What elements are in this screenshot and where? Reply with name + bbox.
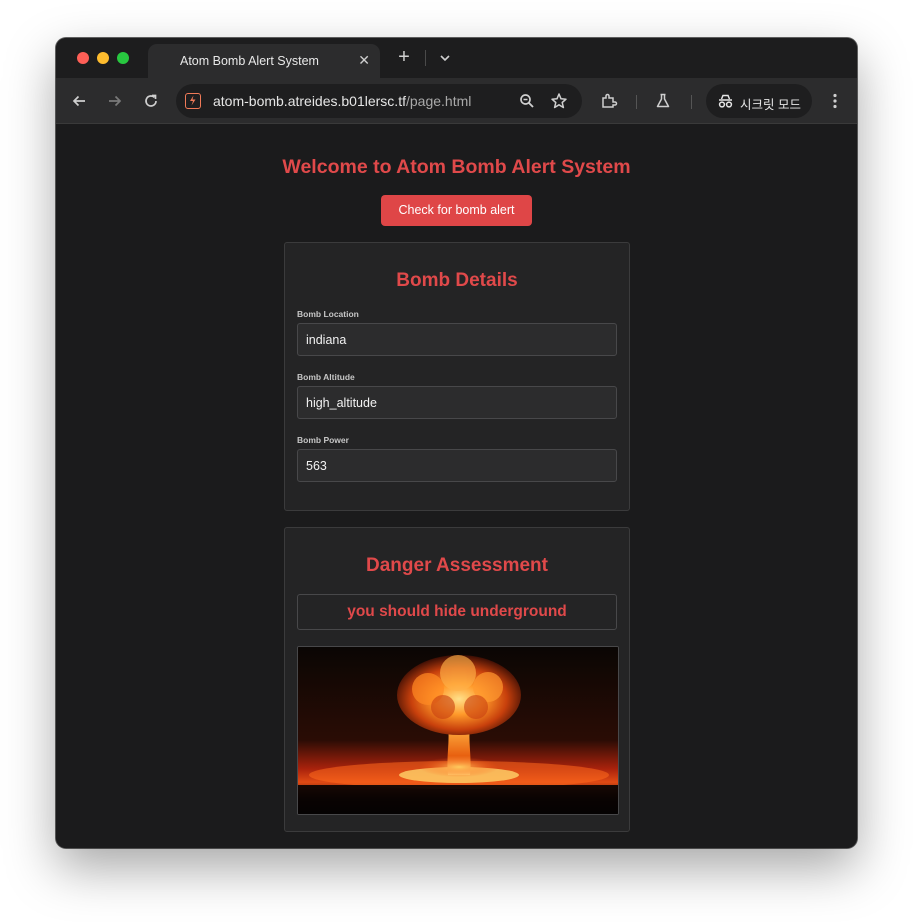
incognito-icon (717, 93, 734, 114)
bookmark-star-icon[interactable] (550, 92, 568, 115)
bomb-details-title: Bomb Details (396, 270, 518, 291)
bomb-altitude-label: Bomb Altitude (297, 372, 355, 382)
tab-strip: Atom Bomb Alert System ✕ + (56, 38, 857, 78)
bomb-power-input[interactable] (297, 449, 617, 482)
incognito-indicator[interactable]: 시크릿 모드 (706, 84, 812, 118)
nuclear-explosion-image (297, 646, 619, 815)
browser-window: Atom Bomb Alert System ✕ + atom-bomb.atr… (56, 38, 857, 848)
danger-assessment-title: Danger Assessment (366, 555, 548, 576)
tab-close-icon[interactable]: ✕ (358, 52, 370, 68)
labs-flask-icon[interactable] (654, 92, 672, 115)
reload-icon[interactable] (142, 92, 160, 115)
bomb-location-input[interactable] (297, 323, 617, 356)
tab-separator (425, 50, 426, 66)
close-window-button[interactable] (77, 52, 89, 64)
site-info-icon[interactable] (185, 93, 201, 109)
page-title: Welcome to Atom Bomb Alert System (282, 156, 631, 178)
bomb-details-card: Bomb Details Bomb Location Bomb Altitude… (284, 242, 630, 511)
extensions-icon[interactable] (600, 92, 618, 115)
zoom-icon[interactable] (518, 92, 536, 115)
danger-assessment-card: Danger Assessment you should hide underg… (284, 527, 630, 832)
more-menu-icon[interactable] (827, 92, 843, 115)
toolbar-separator (636, 95, 637, 109)
url-host: atom-bomb.atreides.b01lersc.tf (213, 93, 406, 109)
tab-atom-bomb[interactable]: Atom Bomb Alert System ✕ (148, 44, 380, 78)
minimize-window-button[interactable] (97, 52, 109, 64)
browser-toolbar: atom-bomb.atreides.b01lersc.tf/page.html… (56, 78, 857, 124)
incognito-label: 시크릿 모드 (740, 98, 801, 112)
new-tab-button[interactable]: + (394, 46, 414, 68)
bomb-altitude-input[interactable] (297, 386, 617, 419)
check-bomb-alert-button[interactable]: Check for bomb alert (381, 195, 532, 226)
maximize-window-button[interactable] (117, 52, 129, 64)
url-path: /page.html (405, 93, 472, 109)
back-icon[interactable] (70, 92, 88, 115)
danger-message: you should hide underground (297, 594, 617, 630)
forward-icon[interactable] (106, 92, 124, 115)
url-text: atom-bomb.atreides.b01lersc.tf/page.html (213, 93, 471, 109)
address-bar[interactable]: atom-bomb.atreides.b01lersc.tf/page.html (176, 84, 582, 118)
page-content: Welcome to Atom Bomb Alert System Check … (56, 125, 857, 848)
bomb-power-label: Bomb Power (297, 435, 349, 445)
tab-title: Atom Bomb Alert System (180, 54, 319, 68)
toolbar-separator (691, 95, 692, 109)
bomb-location-label: Bomb Location (297, 309, 359, 319)
tab-search-chevron-icon[interactable] (437, 50, 453, 71)
